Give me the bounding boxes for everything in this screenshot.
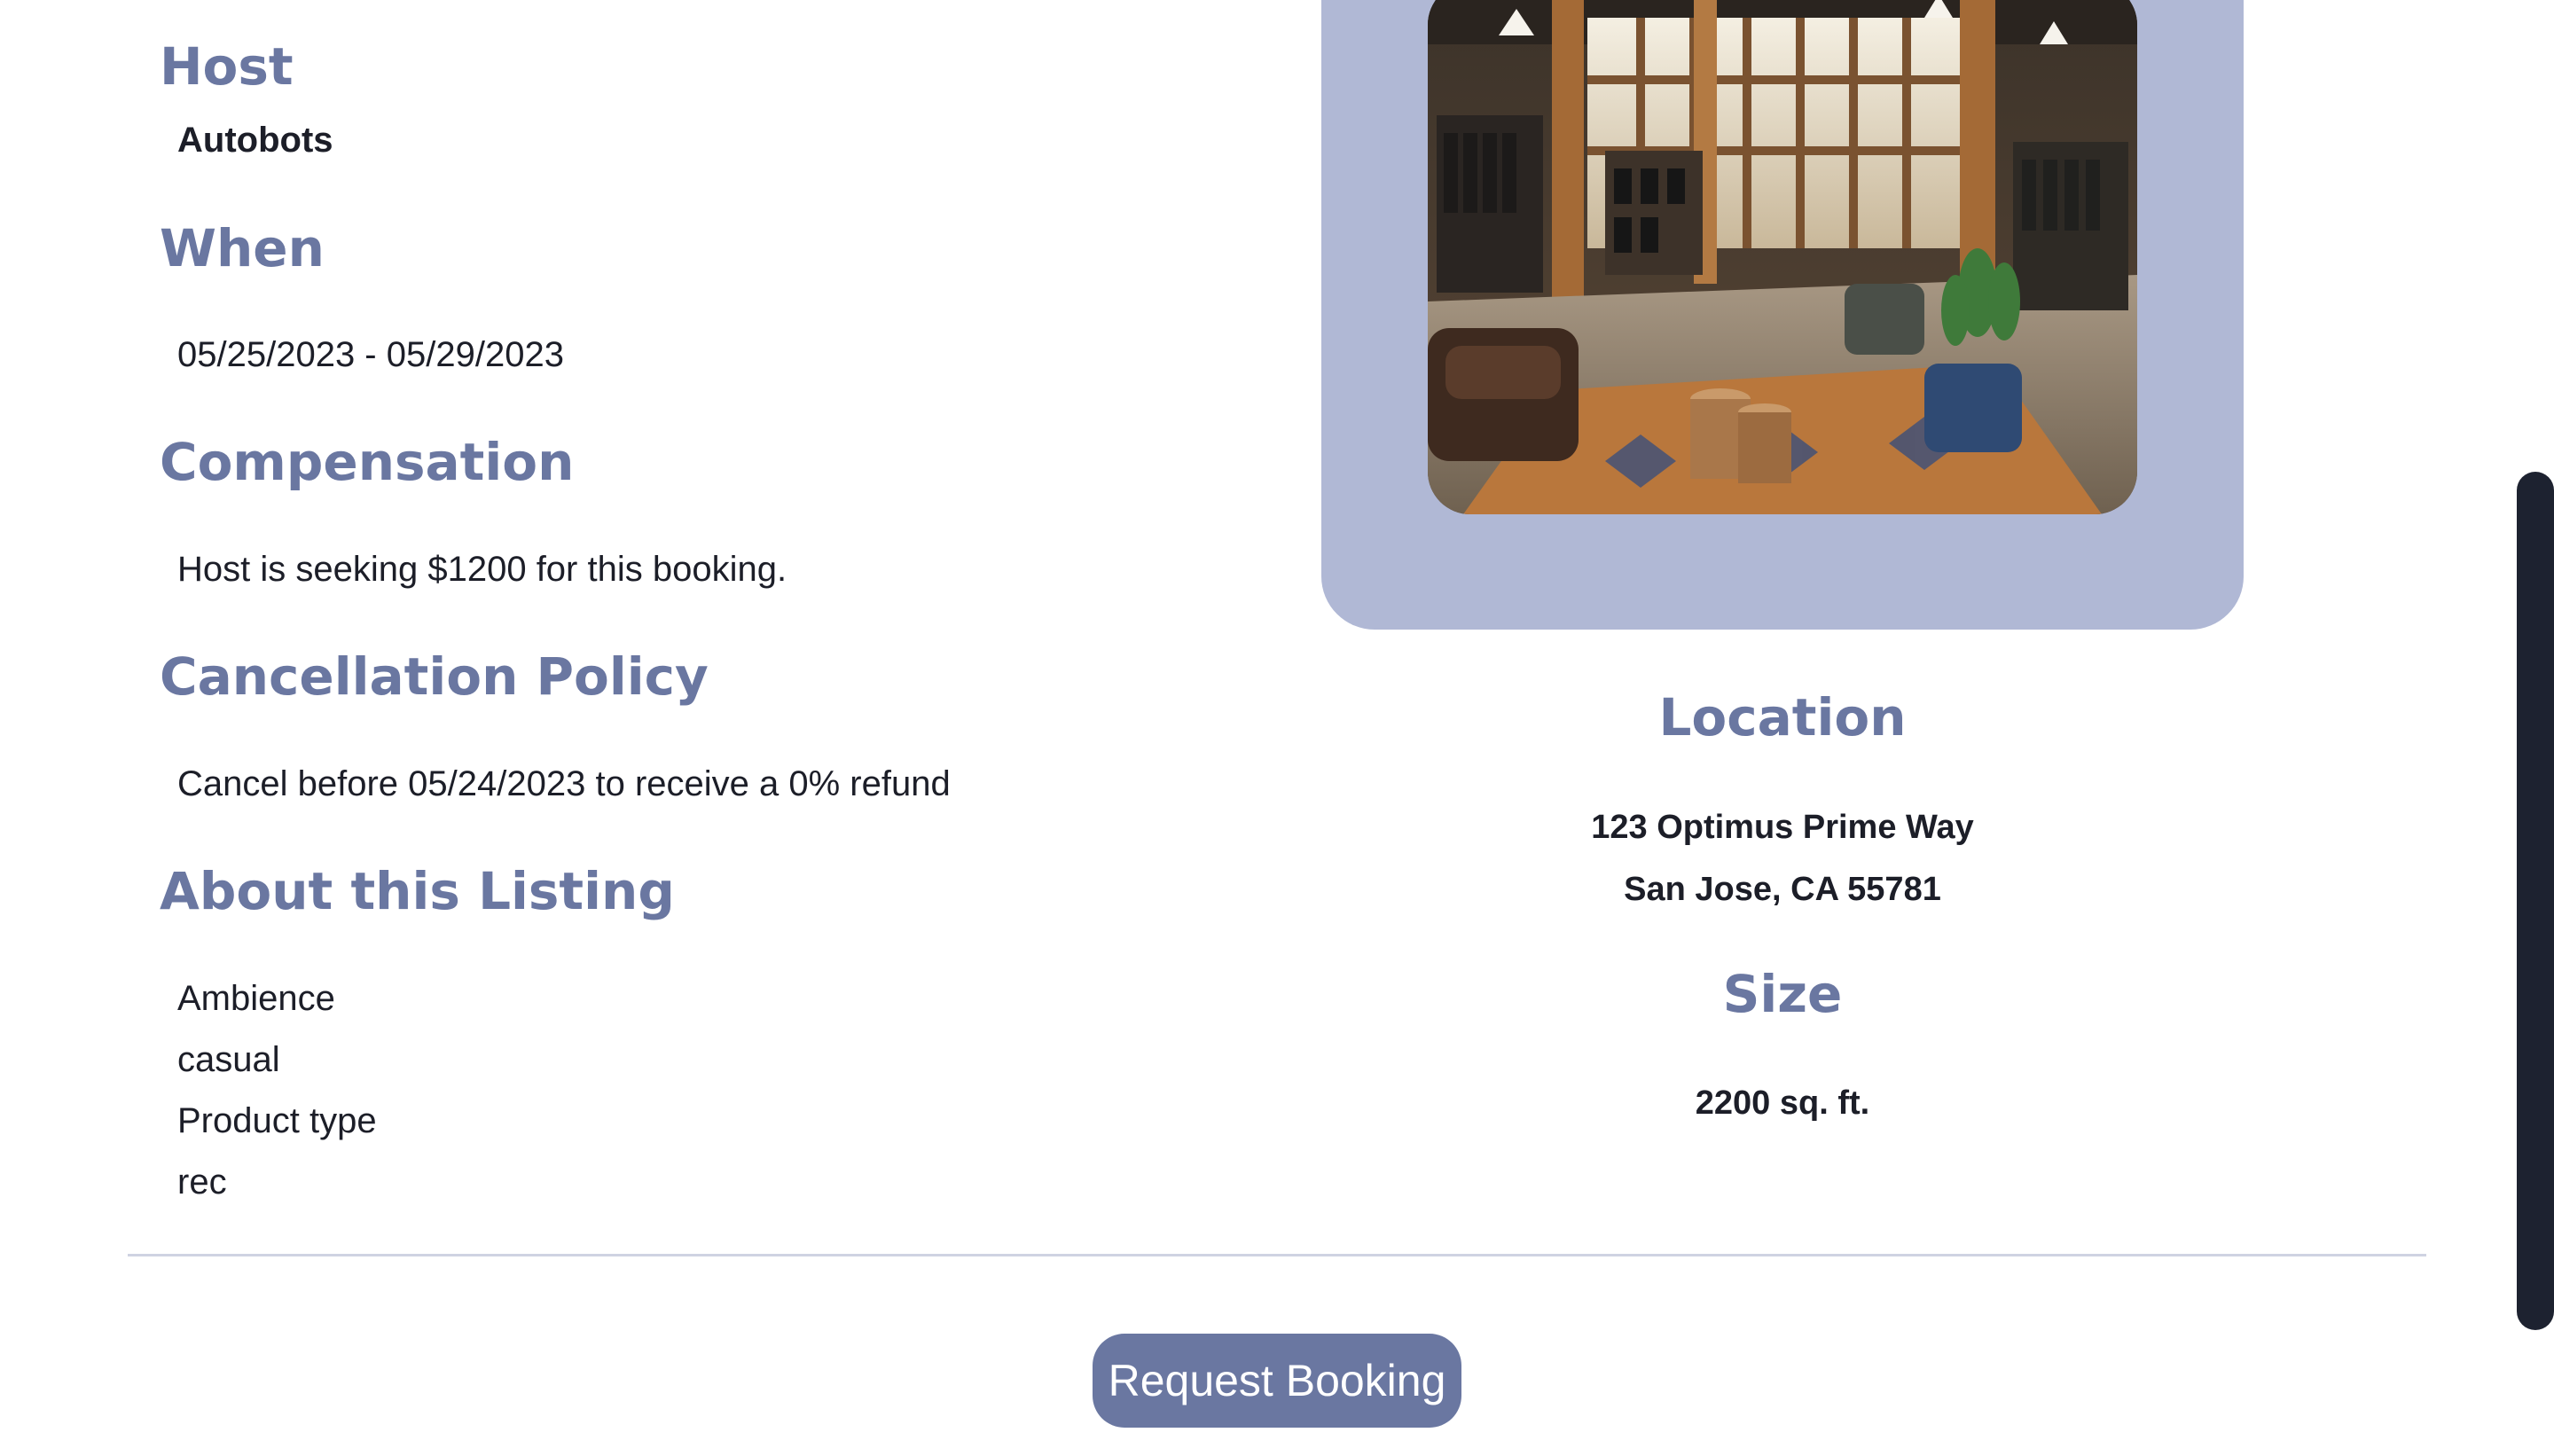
cancellation-heading: Cancellation Policy xyxy=(160,646,709,707)
size-heading: Size xyxy=(1722,964,1843,1024)
address-line-1-wrap: 123 Optimus Prime Way xyxy=(1321,810,2244,844)
section-divider xyxy=(128,1254,2426,1256)
listing-photo xyxy=(1428,0,2137,514)
when-heading: When xyxy=(160,218,325,278)
about-heading: About this Listing xyxy=(160,861,675,921)
compensation-heading: Compensation xyxy=(160,432,575,492)
listing-detail-page: Host Autobots When 05/25/2023 - 05/29/20… xyxy=(0,0,2554,1456)
cancellation-text: Cancel before 05/24/2023 to receive a 0%… xyxy=(177,764,951,803)
size-value: 2200 sq. ft. xyxy=(1695,1084,1870,1122)
location-section: Location xyxy=(1321,692,2244,743)
booking-dates: 05/25/2023 - 05/29/2023 xyxy=(177,335,564,374)
about-item: Product type xyxy=(177,1101,377,1140)
about-item: casual xyxy=(177,1040,280,1079)
request-booking-button[interactable]: Request Booking xyxy=(1093,1334,1461,1428)
address-line-2: San Jose, CA 55781 xyxy=(1624,871,1941,908)
compensation-text: Host is seeking $1200 for this booking. xyxy=(177,550,787,589)
host-heading: Host xyxy=(160,36,294,97)
address-line-2-wrap: San Jose, CA 55781 xyxy=(1321,873,2244,906)
size-section: Size xyxy=(1321,968,2244,1020)
location-heading: Location xyxy=(1658,687,1907,748)
scrollbar-thumb[interactable] xyxy=(2517,472,2554,1330)
about-item: Ambience xyxy=(177,979,335,1018)
host-name: Autobots xyxy=(177,121,333,160)
address-line-1: 123 Optimus Prime Way xyxy=(1591,809,1974,846)
size-value-wrap: 2200 sq. ft. xyxy=(1321,1086,2244,1120)
about-item: rec xyxy=(177,1162,227,1202)
